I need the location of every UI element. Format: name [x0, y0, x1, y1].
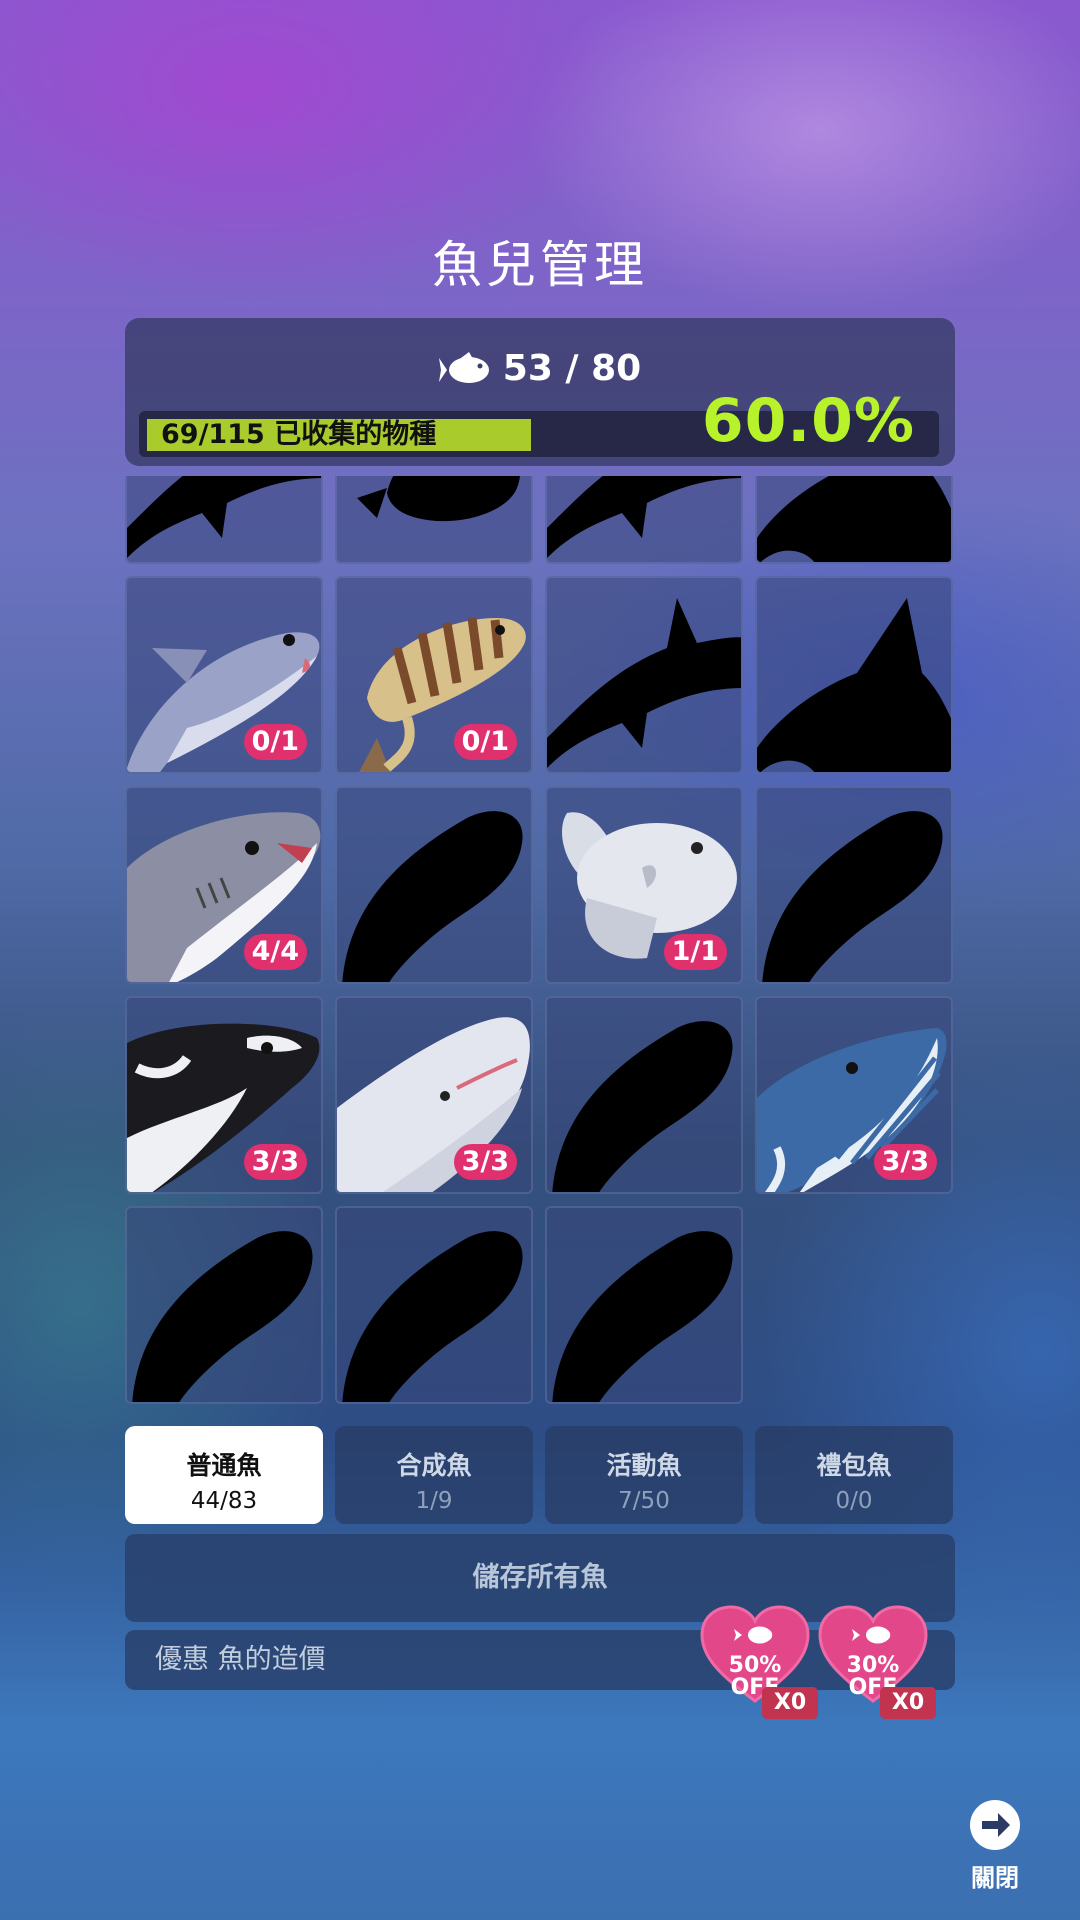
tab-synthesized-fish[interactable]: 合成魚 1/9 [335, 1426, 533, 1524]
fish-card[interactable] [755, 786, 953, 984]
whale-silhouette-icon [132, 1231, 313, 1402]
ray-silhouette-icon [757, 598, 951, 772]
tab-normal-fish[interactable]: 普通魚 44/83 [125, 1426, 323, 1524]
tab-event-fish[interactable]: 活動魚 7/50 [545, 1426, 743, 1524]
shark-silhouette-icon [127, 476, 321, 558]
fish-card[interactable]: 0/1 [335, 576, 533, 774]
fish-card[interactable]: 4/4 [125, 786, 323, 984]
tab-gift-pack-fish[interactable]: 禮包魚 0/0 [755, 1426, 953, 1524]
tab-count: 1/9 [415, 1488, 453, 1514]
shark-silhouette-icon [547, 598, 741, 768]
arrow-right-icon [970, 1800, 1020, 1850]
close-button[interactable]: 關閉 [960, 1800, 1030, 1893]
coupon-count: X0 [880, 1687, 936, 1719]
fish-card[interactable] [755, 576, 953, 774]
fish-count-badge: 0/1 [243, 724, 307, 760]
fish-count-badge: 3/3 [453, 1144, 517, 1180]
discount-label: 優惠 魚的造價 [155, 1644, 326, 1675]
coupon-50-off[interactable]: 50% OFF X0 [700, 1605, 820, 1725]
fish-card[interactable]: 3/3 [335, 996, 533, 1194]
fish-card[interactable] [335, 786, 533, 984]
tab-count: 0/0 [835, 1488, 873, 1514]
coupon-count: X0 [762, 1687, 818, 1719]
fish-card[interactable] [545, 996, 743, 1194]
collection-summary: 53 / 80 69/115 已收集的物種 60.0% [125, 318, 955, 466]
whale-silhouette-icon [552, 1231, 733, 1402]
fish-card[interactable]: 3/3 [125, 996, 323, 1194]
fish-card[interactable] [125, 476, 323, 564]
fish-counter: 53 / 80 [125, 348, 955, 389]
tab-label: 普通魚 [186, 1451, 262, 1480]
fish-card[interactable] [755, 476, 953, 564]
whale-silhouette-icon [552, 1021, 733, 1192]
fish-count-badge: 0/1 [453, 724, 517, 760]
fish-card[interactable] [125, 1206, 323, 1404]
whale-silhouette-icon [342, 811, 523, 982]
category-tabs: 普通魚 44/83 合成魚 1/9 活動魚 7/50 禮包魚 0/0 [125, 1426, 955, 1524]
ray-silhouette-icon [757, 476, 951, 562]
fish-count-text: 53 / 80 [502, 348, 642, 389]
coupon-30-off[interactable]: 30% OFF X0 [818, 1605, 938, 1725]
collection-percent: 60.0% [701, 386, 915, 456]
tab-label: 活動魚 [606, 1451, 682, 1480]
fish-card[interactable] [335, 1206, 533, 1404]
close-label: 關閉 [971, 1864, 1019, 1892]
whale-silhouette-icon [342, 1231, 523, 1402]
tab-count: 44/83 [190, 1488, 258, 1514]
fish-card[interactable] [545, 576, 743, 774]
fish-count-badge: 4/4 [243, 934, 307, 970]
fish-silhouette-icon [357, 476, 520, 522]
shark-silhouette-icon [547, 476, 741, 558]
fish-card[interactable]: 0/1 [125, 576, 323, 774]
tab-label: 禮包魚 [816, 1451, 892, 1480]
fish-card[interactable] [545, 476, 743, 564]
fish-grid-scroll[interactable]: 0/1 0/1 4/4 1/1 3/3 3/3 3/3 [125, 476, 955, 1410]
fish-count-badge: 3/3 [873, 1144, 937, 1180]
whale-silhouette-icon [762, 811, 943, 982]
fish-count-badge: 3/3 [243, 1144, 307, 1180]
fish-card[interactable] [545, 1206, 743, 1404]
fish-card[interactable] [335, 476, 533, 564]
fish-card[interactable]: 1/1 [545, 786, 743, 984]
fish-icon [438, 352, 489, 383]
tab-count: 7/50 [618, 1488, 670, 1514]
fish-card[interactable]: 3/3 [755, 996, 953, 1194]
species-progress-label: 69/115 已收集的物種 [161, 419, 437, 450]
tab-label: 合成魚 [396, 1451, 472, 1480]
fish-count-badge: 1/1 [663, 934, 727, 970]
page-title: 魚兒管理 [432, 236, 648, 294]
